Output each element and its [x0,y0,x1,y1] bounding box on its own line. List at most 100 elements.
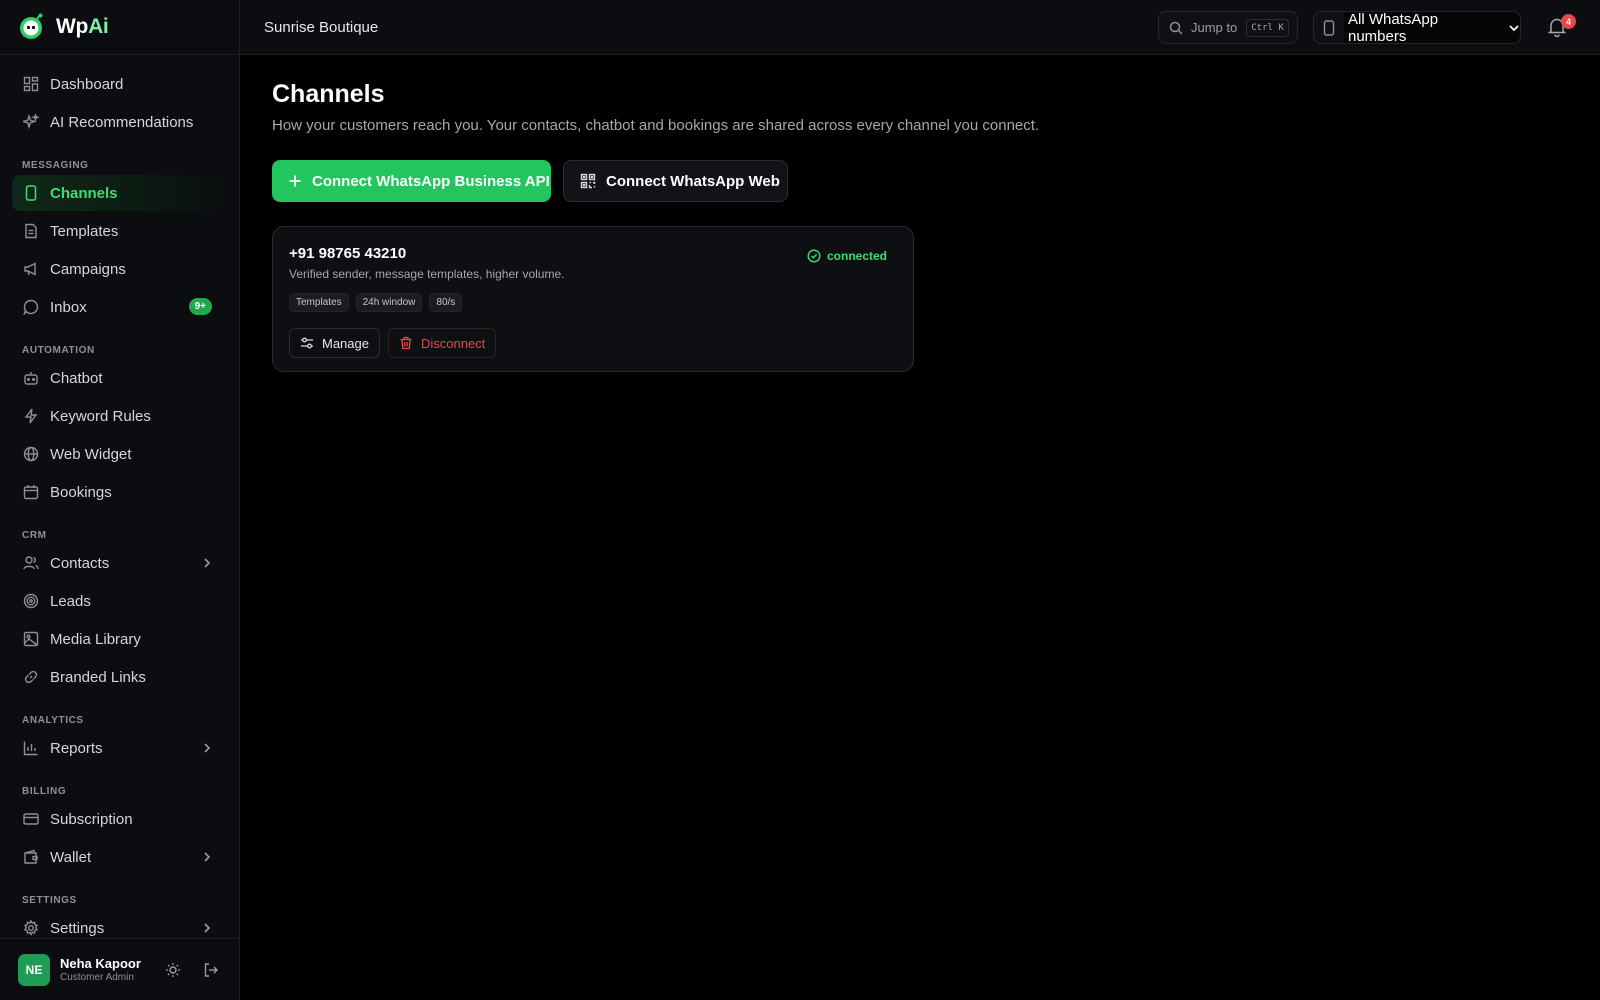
sidebar-item-contacts[interactable]: Contacts [12,545,228,581]
bot-icon [22,369,40,387]
sidebar-item-channels[interactable]: Channels [12,175,228,211]
sidebar-item-label: Branded Links [50,668,146,686]
chat-bubble-icon [22,298,40,316]
section-label-crm: CRM [22,530,47,541]
qr-code-icon [580,173,596,189]
sidebar-item-campaigns[interactable]: Campaigns [12,251,228,287]
users-icon [22,554,40,572]
lightning-icon [22,407,40,425]
keyboard-shortcut: Ctrl K [1246,18,1289,37]
smartphone-icon [1314,19,1344,36]
chevron-right-icon [200,921,214,935]
disconnect-button[interactable]: Disconnect [387,328,497,358]
status-text: connected [826,249,887,263]
sidebar: WpAi Dashboard AI Recommendations MESSAG… [0,0,240,1000]
sidebar-item-dashboard[interactable]: Dashboard [12,66,228,102]
globe-icon [22,445,40,463]
sparkles-icon [22,113,40,131]
sidebar-item-label: Dashboard [50,75,124,93]
whatsapp-number-select[interactable]: All WhatsApp numbers [1313,11,1521,45]
avatar[interactable]: NE [18,953,50,986]
inbox-unread-badge: 9+ [188,298,212,315]
dashboard-icon [22,75,40,93]
sidebar-item-ai-recommendations[interactable]: AI Recommendations [12,104,228,140]
sidebar-item-bookings[interactable]: Bookings [12,474,228,510]
search-icon [1169,21,1183,35]
sidebar-item-inbox[interactable]: Inbox 9+ [12,289,228,325]
sidebar-item-label: Templates [50,222,119,240]
sidebar-item-label: Keyword Rules [50,407,151,425]
sidebar-item-web-widget[interactable]: Web Widget [12,436,228,472]
connect-business-api-button[interactable]: Connect WhatsApp Business API [272,160,551,202]
section-label-analytics: ANALYTICS [22,715,84,726]
sidebar-item-label: Subscription [50,810,133,828]
sidebar-item-label: Web Widget [50,445,132,463]
sidebar-item-branded-links[interactable]: Branded Links [12,659,228,695]
smartphone-icon [22,184,40,202]
wallet-icon [22,848,40,866]
theme-toggle-sun-icon[interactable] [163,960,183,980]
manage-label: Manage [322,335,369,351]
connect-whatsapp-web-label: Connect WhatsApp Web [606,172,780,190]
section-label-automation: AUTOMATION [22,345,95,356]
channel-card: +91 98765 43210 Verified sender, message… [272,226,914,372]
page-subtitle: How your customers reach you. Your conta… [272,117,1040,134]
channel-tags: Templates 24h window 80/s [289,293,463,312]
main-content: Channels How your customers reach you. Y… [240,56,1600,1000]
sidebar-item-subscription[interactable]: Subscription [12,801,228,837]
sidebar-item-reports[interactable]: Reports [12,730,228,766]
target-icon [22,592,40,610]
tag: 24h window [355,293,423,312]
tag: Templates [289,293,349,312]
sidebar-item-label: Media Library [50,630,141,648]
channel-number: +91 98765 43210 [289,245,407,262]
bar-chart-icon [22,739,40,757]
sidebar-item-label: Reports [50,739,103,757]
page-title: Channels [272,80,385,108]
chevron-right-icon [200,741,214,755]
sidebar-item-label: AI Recommendations [50,113,194,131]
sidebar-item-settings[interactable]: Settings [12,910,228,938]
sidebar-item-chatbot[interactable]: Chatbot [12,360,228,396]
sidebar-item-label: Contacts [50,554,110,572]
credit-card-icon [22,810,40,828]
sidebar-item-wallet[interactable]: Wallet [12,839,228,875]
sidebar-item-label: Campaigns [50,260,126,278]
sidebar-item-label: Leads [50,592,91,610]
disconnect-label: Disconnect [420,335,486,351]
image-icon [22,630,40,648]
link-icon [22,668,40,686]
status-badge: connected [798,245,895,267]
sidebar-item-templates[interactable]: Templates [12,213,228,249]
notification-count-badge: 4 [1561,14,1576,29]
manage-button[interactable]: Manage [289,328,380,358]
connect-whatsapp-web-button[interactable]: Connect WhatsApp Web [563,160,788,202]
sidebar-item-label: Bookings [50,483,112,501]
logout-icon[interactable] [201,960,221,980]
check-circle-icon [807,249,821,263]
select-value-wrap: All WhatsApp numbers [1344,11,1520,45]
sidebar-item-leads[interactable]: Leads [12,583,228,619]
org-name[interactable]: Sunrise Boutique [264,19,378,36]
document-icon [22,222,40,240]
brand-name: WpAi [56,15,109,38]
jump-to-search[interactable]: Jump to Ctrl K [1158,11,1298,44]
tag: 80/s [429,293,463,312]
user-profile: NE Neha Kapoor Customer Admin [0,938,239,1000]
sliders-icon [300,336,314,350]
user-info: Neha Kapoor Customer Admin [60,956,141,983]
sidebar-item-label: Wallet [50,848,92,866]
user-name: Neha Kapoor [60,956,141,971]
brand[interactable]: WpAi [0,0,239,55]
sidebar-item-keyword-rules[interactable]: Keyword Rules [12,398,228,434]
sidebar-item-media-library[interactable]: Media Library [12,621,228,657]
user-role: Customer Admin [60,972,134,983]
sidebar-nav: Dashboard AI Recommendations MESSAGING C… [0,55,239,938]
channel-actions: Manage Disconnect [289,328,497,358]
gear-icon [22,919,40,937]
chevron-right-icon [200,556,214,570]
sidebar-item-label: Channels [50,184,118,202]
wpai-logo-icon [20,13,43,39]
sidebar-item-label: Chatbot [50,369,103,387]
sidebar-item-label: Inbox [50,298,87,316]
